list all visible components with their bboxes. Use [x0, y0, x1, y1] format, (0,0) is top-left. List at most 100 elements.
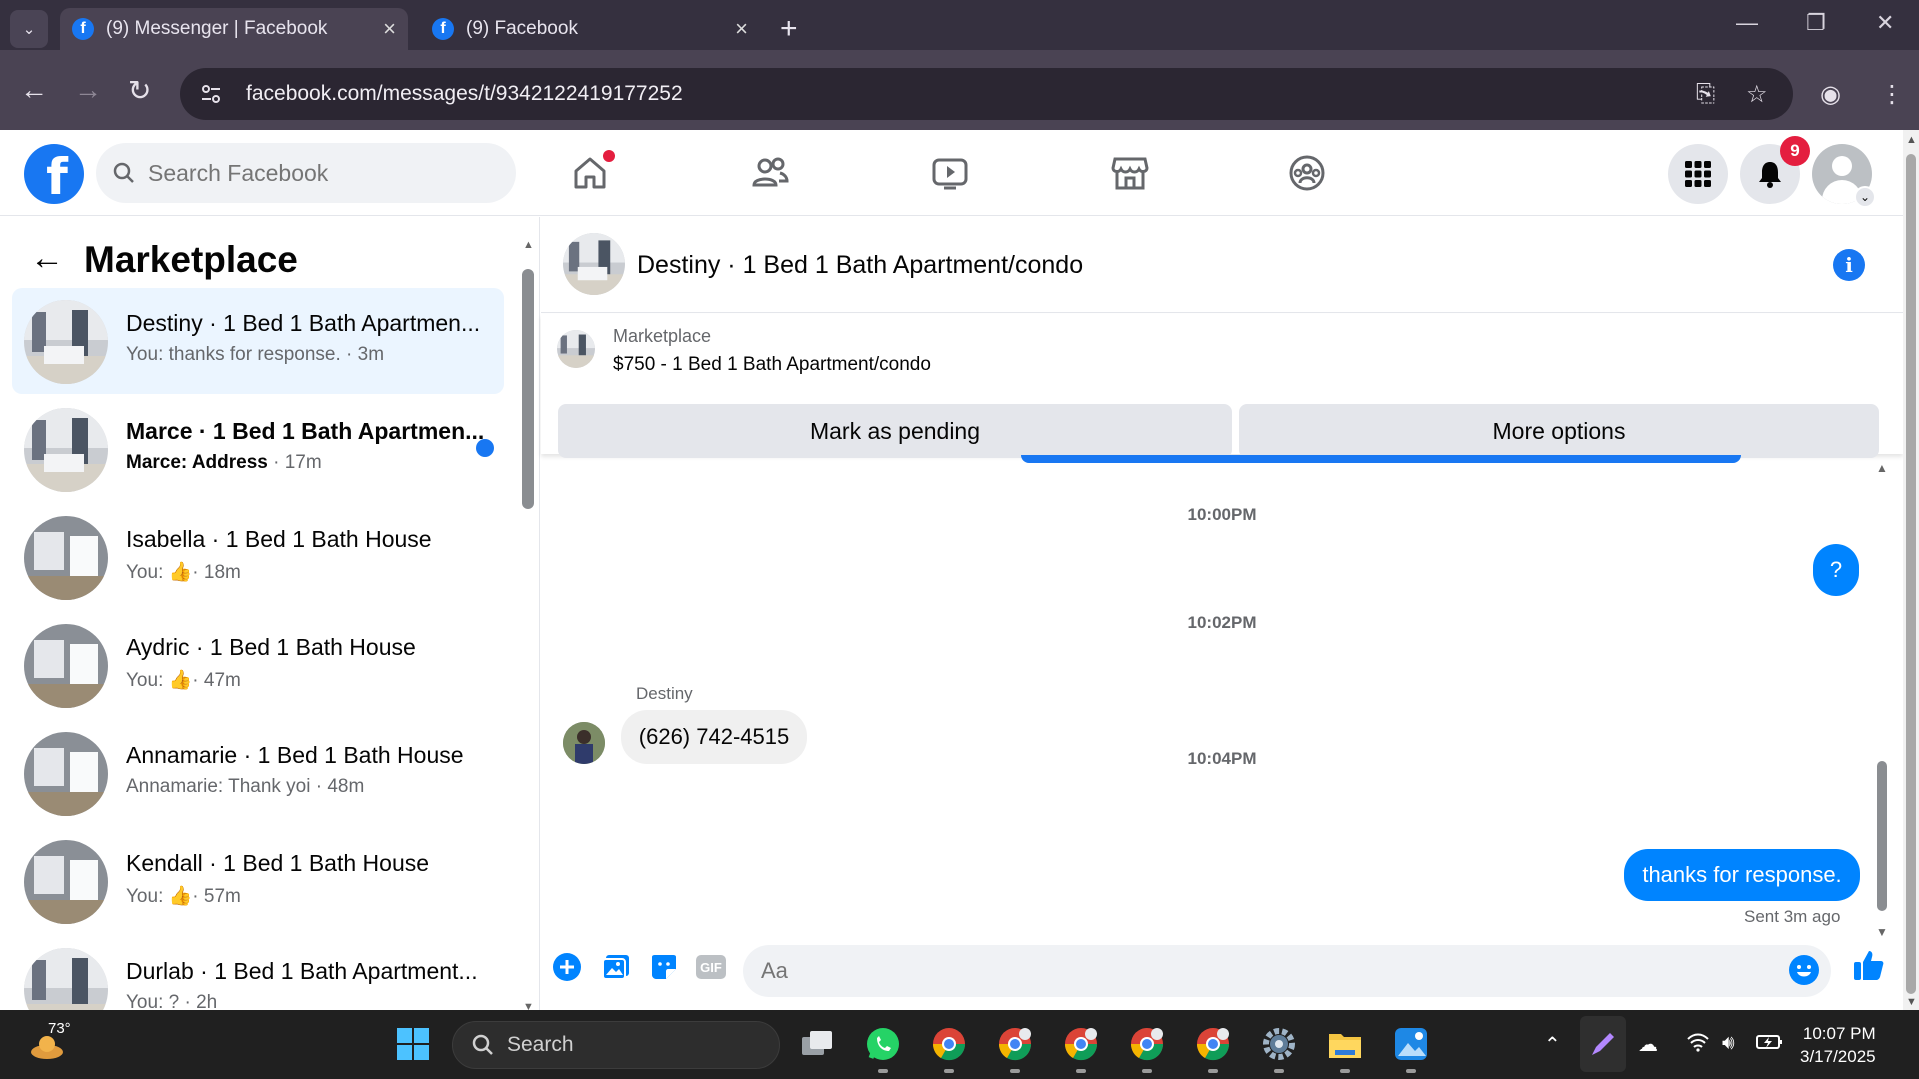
chrome-profile-app[interactable] — [1194, 1025, 1232, 1063]
wifi-icon[interactable] — [1686, 1032, 1710, 1058]
attach-photo-button[interactable] — [598, 949, 634, 985]
close-tab-icon[interactable]: × — [383, 16, 396, 42]
conversation-item[interactable]: Annamarie · 1 Bed 1 Bath House Annamarie… — [12, 720, 504, 826]
settings-app[interactable] — [1260, 1025, 1298, 1063]
panel-title: Marketplace — [84, 239, 298, 280]
restore-icon[interactable]: ❐ — [1806, 10, 1826, 36]
conversation-item[interactable]: Kendall · 1 Bed 1 Bath House You: 👍· 57m — [12, 828, 504, 934]
new-tab-button[interactable]: + — [780, 12, 798, 46]
conversation-item[interactable]: Aydric · 1 Bed 1 Bath House You: 👍· 47m — [12, 612, 504, 718]
back-icon[interactable]: ← — [20, 74, 48, 106]
thumbs-up-icon: 👍 — [168, 670, 193, 691]
running-indicator — [878, 1069, 888, 1073]
address-bar[interactable]: facebook.com/messages/t/9342122419177252 — [180, 68, 1793, 120]
conversation-name: Durlab · 1 Bed 1 Bath Apartment... — [126, 958, 478, 984]
chat-title[interactable]: Destiny · 1 Bed 1 Bath Apartment/condo — [637, 251, 1083, 280]
windows-taskbar: 73° Search ⌃ ☁ 🔊︎ 10:07 PM 3/17/2025 — [0, 1010, 1919, 1079]
message-input[interactable] — [761, 958, 1741, 984]
marketplace-listing-card: Marketplace $750 - 1 Bed 1 Bath Apartmen… — [541, 314, 1903, 458]
running-indicator — [1010, 1069, 1020, 1073]
site-info-icon[interactable] — [194, 77, 228, 111]
reload-icon[interactable]: ↻ — [128, 74, 151, 107]
conversation-item[interactable]: Isabella · 1 Bed 1 Bath House You: 👍· 18… — [12, 504, 504, 610]
facebook-logo-icon[interactable]: f — [24, 144, 84, 204]
listing-thumbnail — [24, 516, 108, 600]
facebook-search[interactable] — [96, 143, 516, 203]
tab-title: (9) Messenger | Facebook — [106, 18, 328, 39]
search-icon — [472, 1034, 493, 1055]
chrome-app[interactable] — [930, 1025, 968, 1063]
tab-search-button[interactable]: ⌄ — [10, 10, 48, 48]
scrollbar-thumb[interactable] — [1906, 154, 1916, 994]
volume-icon[interactable]: 🔊︎ — [1722, 1032, 1735, 1055]
chrome-profile-app[interactable] — [1128, 1025, 1166, 1063]
search-input[interactable] — [148, 159, 478, 187]
message-input-box[interactable] — [743, 945, 1831, 997]
task-view-button[interactable] — [798, 1025, 836, 1063]
chevron-down-icon[interactable]: ⌄ — [1854, 186, 1876, 208]
sticker-button[interactable] — [646, 949, 682, 985]
profile-icon[interactable]: ◉ — [1820, 80, 1841, 109]
tab-messenger[interactable]: f (9) Messenger | Facebook × — [60, 8, 408, 50]
running-indicator — [1274, 1069, 1284, 1073]
info-icon[interactable]: i — [1833, 249, 1865, 281]
install-app-icon[interactable]: ⎘ — [1696, 80, 1715, 108]
nav-marketplace[interactable] — [1105, 148, 1155, 198]
battery-charging-icon[interactable] — [1756, 1032, 1784, 1058]
conversation-name: Marce · 1 Bed 1 Bath Apartmen... — [126, 418, 485, 444]
chrome-profile-app[interactable] — [1062, 1025, 1100, 1063]
show-hidden-icons-chevron-icon[interactable]: ⌃ — [1544, 1032, 1561, 1057]
taskbar-search[interactable]: Search — [452, 1021, 780, 1069]
listing-title[interactable]: $750 - 1 Bed 1 Bath Apartment/condo — [613, 354, 931, 376]
photos-app[interactable] — [1392, 1025, 1430, 1063]
mark-as-pending-button[interactable]: Mark as pending — [558, 404, 1232, 458]
clock-time: 10:07 PM — [1802, 1024, 1876, 1043]
gif-button[interactable]: GIF — [693, 949, 729, 985]
like-button[interactable] — [1851, 947, 1887, 983]
running-indicator — [1208, 1069, 1218, 1073]
start-button[interactable] — [394, 1025, 432, 1063]
outgoing-message[interactable]: ? — [1813, 544, 1859, 596]
system-clock[interactable]: 10:07 PM 3/17/2025 — [1800, 1022, 1876, 1068]
scrollbar-thumb[interactable] — [1877, 761, 1887, 911]
message-sent-status: Sent 3m ago — [1744, 907, 1841, 926]
bookmark-star-icon[interactable]: ☆ — [1746, 80, 1768, 109]
conversation-item[interactable]: Destiny · 1 Bed 1 Bath Apartmen... You: … — [12, 288, 504, 394]
scroll-down-arrow-icon[interactable]: ▼ — [523, 1001, 534, 1010]
pen-menu-button[interactable] — [1580, 1016, 1626, 1072]
close-window-icon[interactable]: ✕ — [1876, 10, 1894, 36]
listing-thumbnail[interactable] — [563, 233, 625, 295]
menu-button[interactable] — [1668, 144, 1728, 204]
scrollbar-thumb[interactable] — [522, 269, 534, 509]
scroll-up-arrow-icon[interactable]: ▲ — [1906, 134, 1917, 146]
scroll-up-arrow-icon[interactable]: ▲ — [523, 239, 534, 251]
more-options-button[interactable]: More options — [1239, 404, 1879, 458]
scroll-down-arrow-icon[interactable]: ▼ — [1906, 996, 1917, 1008]
kebab-menu-icon[interactable]: ⋮ — [1880, 80, 1904, 109]
whatsapp-icon — [867, 1028, 899, 1060]
page-scrollbar[interactable]: ▲ ▼ — [1903, 130, 1919, 1010]
chrome-profile-app[interactable] — [996, 1025, 1034, 1063]
nav-groups[interactable] — [1282, 148, 1332, 198]
close-tab-icon[interactable]: × — [735, 16, 748, 42]
nav-watch[interactable] — [925, 148, 975, 198]
messages-scrollbar[interactable]: ▲ ▼ — [1875, 461, 1889, 939]
conversation-snippet: You: ? · 2h — [126, 992, 218, 1010]
back-arrow-icon[interactable]: ← — [30, 239, 64, 278]
file-explorer-app[interactable] — [1326, 1025, 1364, 1063]
listing-thumbnail — [24, 408, 108, 492]
nav-home[interactable] — [565, 148, 615, 198]
conversation-item[interactable]: Marce · 1 Bed 1 Bath Apartmen... Marce: … — [12, 396, 504, 502]
add-attachment-button[interactable] — [549, 949, 585, 985]
onedrive-cloud-icon[interactable]: ☁ — [1638, 1032, 1658, 1057]
forward-icon[interactable]: → — [74, 74, 102, 106]
outgoing-message[interactable]: thanks for response. — [1624, 849, 1860, 901]
emoji-icon[interactable] — [1789, 955, 1819, 985]
whatsapp-app[interactable] — [864, 1025, 902, 1063]
scroll-up-arrow-icon[interactable]: ▲ — [1876, 461, 1888, 475]
tab-facebook[interactable]: f (9) Facebook × — [420, 8, 760, 50]
conversation-item[interactable]: Durlab · 1 Bed 1 Bath Apartment... You: … — [12, 936, 504, 1010]
minimize-icon[interactable]: — — [1736, 10, 1758, 36]
nav-friends[interactable] — [745, 148, 795, 198]
chat-list-scrollbar[interactable]: ▲ ▼ — [522, 239, 534, 1010]
